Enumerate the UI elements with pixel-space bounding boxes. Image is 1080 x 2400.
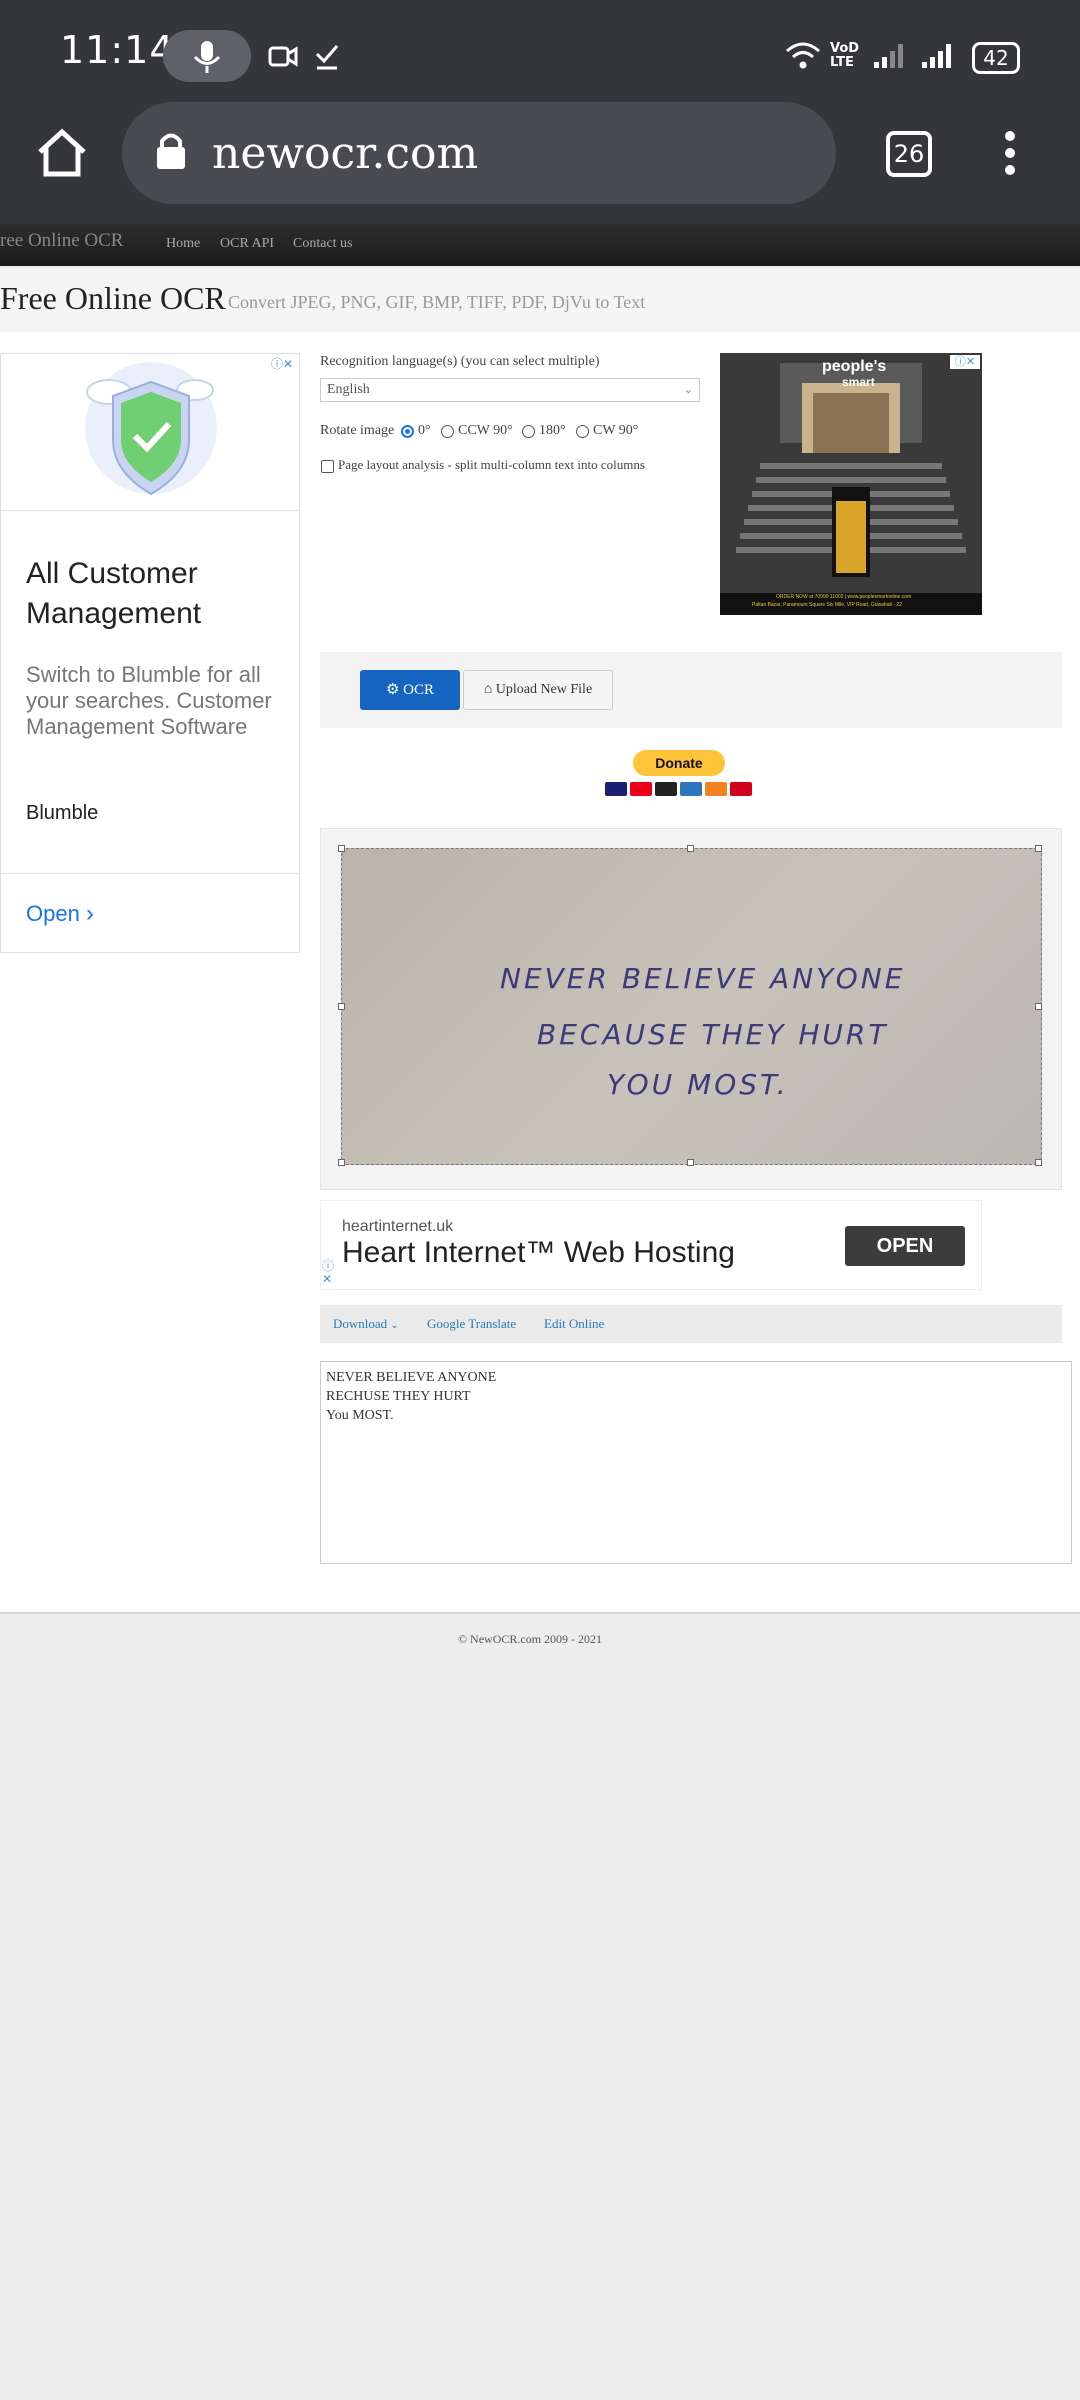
rotate-radio-180[interactable] (522, 425, 535, 438)
network-label-vod: VoD (830, 41, 860, 56)
image-text-line-2: BECAUSE THEY HURT (537, 1018, 889, 1051)
crop-handle[interactable] (687, 1159, 694, 1166)
rotate-radio-cw90[interactable] (576, 425, 589, 438)
signal-strength-icon (874, 44, 903, 68)
tab-switcher-button[interactable]: 26 (886, 131, 932, 177)
right-advertisement[interactable] (720, 353, 982, 615)
nav-home[interactable]: Home (166, 236, 200, 252)
uploaded-image-crop[interactable] (341, 848, 1042, 1165)
language-selected-value: English (327, 382, 370, 397)
donate-button[interactable]: Donate (633, 750, 725, 776)
status-time: 11:14 (60, 28, 175, 72)
result-line: RECHUSE THEY HURT (326, 1389, 471, 1404)
network-label-lte: LTE (830, 55, 854, 70)
unionpay-card-icon (730, 782, 752, 796)
battery-indicator: 42 (972, 42, 1020, 74)
page-subtitle: Convert JPEG, PNG, GIF, BMP, TIFF, PDF, … (228, 292, 646, 312)
crop-handle[interactable] (687, 845, 694, 852)
ad-address-text: Paltan Bazar, Paramount Square Six Mile,… (752, 602, 902, 608)
result-line: NEVER BELIEVE ANYONE (326, 1370, 497, 1385)
image-text-line-1: NEVER BELIEVE ANYONE (500, 962, 906, 995)
site-brand[interactable]: ree Online OCR (0, 230, 123, 252)
shield-check-icon (85, 362, 217, 496)
ad-headline[interactable]: All Customer Management (26, 554, 286, 634)
lock-icon (157, 133, 185, 169)
discover-card-icon (705, 782, 727, 796)
rotate-option-ccw90: CCW 90° (458, 423, 513, 438)
rotate-option-0: 0° (418, 423, 431, 438)
wifi-icon (786, 42, 820, 69)
crop-handle[interactable] (1035, 845, 1042, 852)
ad-brand-line-1: people's (822, 358, 887, 375)
task-done-icon (315, 45, 339, 70)
microphone-icon (193, 41, 221, 73)
ocr-button[interactable]: ⚙ OCR (360, 670, 460, 710)
storefront-ad-image (720, 353, 982, 615)
page-title: Free Online OCR (0, 280, 226, 316)
rotate-radio-0[interactable] (401, 425, 414, 438)
nav-ocr-api[interactable]: OCR API (220, 236, 274, 252)
home-small-icon: ⌂ (483, 682, 493, 697)
chevron-down-icon: ⌄ (683, 384, 693, 396)
mastercard-icon (630, 782, 652, 796)
edit-online-link[interactable]: Edit Online (544, 1316, 604, 1332)
page-footer: © NewOCR.com 2009 - 2021 (457, 1632, 603, 1646)
heart-ad-title[interactable]: Heart Internet™ Web Hosting (342, 1236, 735, 1270)
maestro-card-icon (655, 782, 677, 796)
crop-handle[interactable] (1035, 1003, 1042, 1010)
ocr-button-label: OCR (403, 682, 435, 698)
ad-info-icon[interactable]: ⓘ✕ (271, 355, 293, 372)
download-dropdown[interactable]: Download ⌄ (333, 1316, 399, 1332)
video-camera-icon (268, 46, 298, 67)
ad-image-area (1, 354, 299, 511)
footer-divider (0, 1612, 1080, 1614)
crop-handle[interactable] (338, 1003, 345, 1010)
nav-contact-us[interactable]: Contact us (293, 236, 353, 252)
crop-handle[interactable] (1035, 1159, 1042, 1166)
gear-icon: ⚙ (385, 682, 400, 698)
rotate-option-cw90: CW 90° (593, 423, 639, 438)
language-label: Recognition language(s) (you can select … (320, 354, 600, 369)
chevron-right-icon: › (85, 900, 94, 927)
layout-analysis-label: Page layout analysis - split multi-colum… (338, 457, 645, 472)
ad-order-text: ORDER NOW at 70990 11003 | www.peoplesma… (776, 594, 912, 600)
ad-open-label: Open (26, 901, 80, 926)
ad-brand-line-2: smart (842, 375, 875, 389)
google-translate-link[interactable]: Google Translate (427, 1316, 516, 1332)
network-type-label: VoD LTE (830, 42, 859, 70)
rotate-label: Rotate image (320, 423, 395, 438)
ad-divider (1, 873, 299, 874)
result-line: You MOST. (326, 1408, 394, 1423)
amex-card-icon (680, 782, 702, 796)
heart-ad-open-button[interactable]: OPEN (845, 1226, 965, 1266)
crop-handle[interactable] (338, 845, 345, 852)
signal-strength-icon-2 (922, 44, 951, 68)
ad-open-button[interactable]: Open › (26, 900, 94, 928)
more-options-icon[interactable] (998, 128, 1022, 178)
language-select[interactable]: English ⌄ (320, 378, 700, 402)
ad-advertiser: Blumble (26, 802, 99, 824)
image-text-line-3: YOU MOST. (607, 1068, 789, 1101)
layout-analysis-checkbox[interactable] (321, 460, 334, 473)
ad-choices-icon[interactable]: ⓘ ✕ (322, 1260, 334, 1286)
visa-card-icon (605, 782, 627, 796)
upload-new-file-button[interactable]: ⌂ Upload New File (463, 670, 613, 710)
ad-close-icon[interactable]: ⓘ✕ (950, 355, 980, 369)
home-icon[interactable] (36, 128, 88, 178)
rotate-radio-ccw90[interactable] (441, 425, 454, 438)
mic-indicator (163, 30, 251, 82)
heart-ad-domain: heartinternet.uk (342, 1218, 454, 1235)
site-navbar (0, 224, 1080, 266)
upload-button-label: Upload New File (495, 682, 593, 697)
download-label: Download (333, 1316, 388, 1331)
rotate-option-180: 180° (539, 423, 566, 438)
ocr-result-textarea[interactable]: NEVER BELIEVE ANYONE RECHUSE THEY HURT Y… (320, 1361, 1072, 1564)
url-text[interactable]: newocr.com (212, 128, 478, 179)
ad-description: Switch to Blumble for all your searches.… (26, 662, 272, 739)
crop-handle[interactable] (338, 1159, 345, 1166)
chevron-down-icon: ⌄ (390, 1320, 399, 1331)
